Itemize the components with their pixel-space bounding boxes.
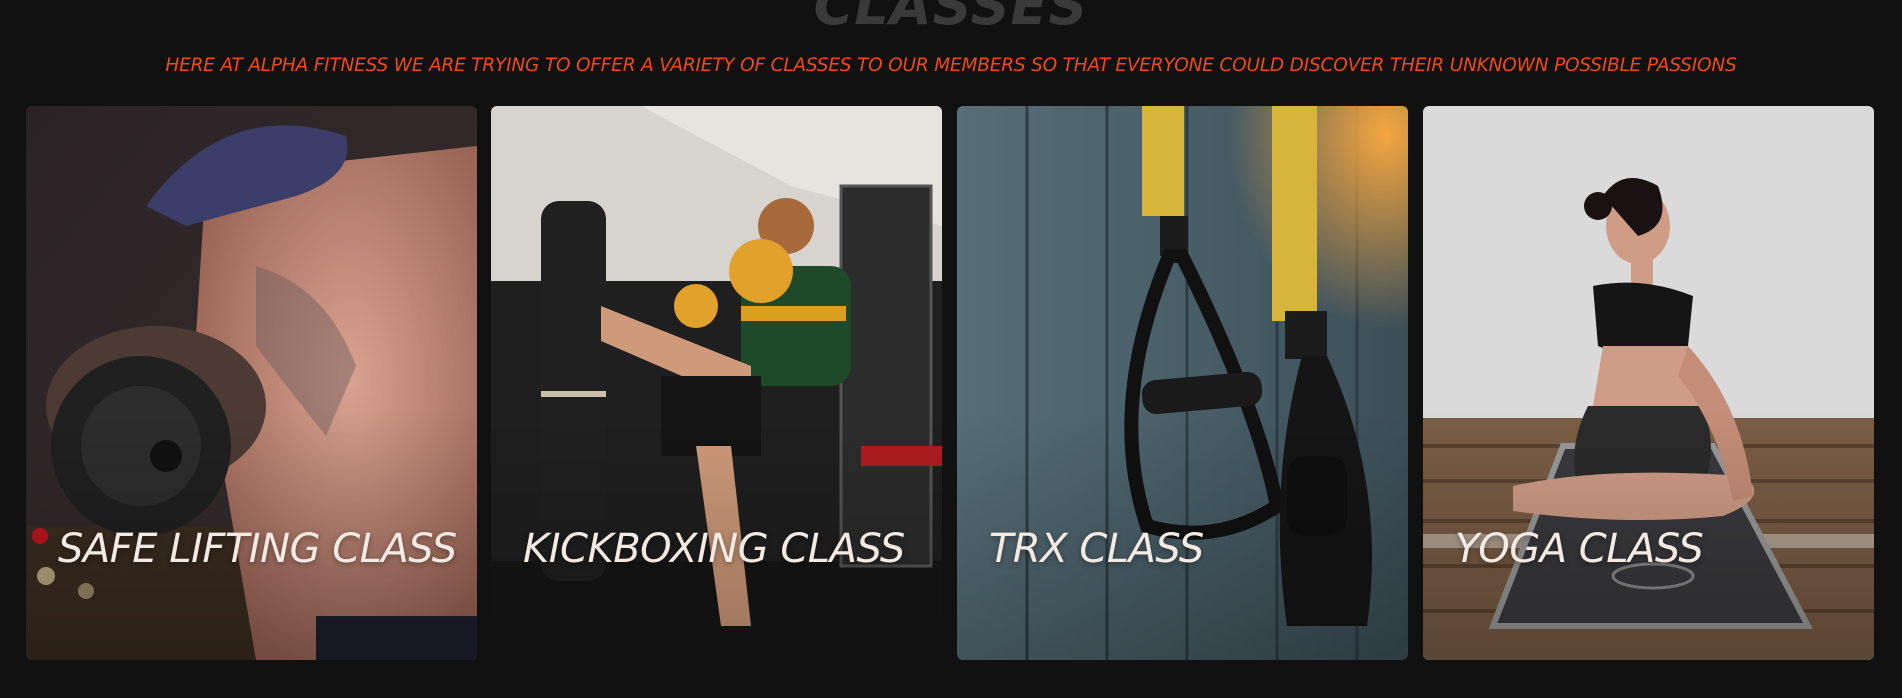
card-overlay bbox=[26, 106, 477, 660]
class-card-safe-lifting[interactable]: SAFE LIFTING CLASS bbox=[26, 106, 477, 660]
class-card-kickboxing[interactable]: KICKBOXING CLASS bbox=[491, 106, 942, 660]
class-card-label: YOGA CLASS bbox=[1455, 526, 1704, 572]
classes-grid: SAFE LIFTING CLASS KICKBOXING CLASS TRX … bbox=[26, 106, 1874, 660]
section-title: CLASSES bbox=[813, 0, 1089, 37]
section-subtitle: HERE AT ALPHA FITNESS WE ARE TRYING TO O… bbox=[165, 55, 1737, 76]
card-overlay bbox=[957, 106, 1408, 660]
card-overlay bbox=[491, 106, 942, 660]
card-overlay bbox=[1423, 106, 1874, 660]
class-card-label: TRX CLASS bbox=[989, 526, 1204, 572]
class-card-yoga[interactable]: YOGA CLASS bbox=[1423, 106, 1874, 660]
class-card-trx[interactable]: TRX CLASS bbox=[957, 106, 1408, 660]
class-card-label: KICKBOXING CLASS bbox=[523, 526, 905, 572]
class-card-label: SAFE LIFTING CLASS bbox=[58, 526, 457, 572]
